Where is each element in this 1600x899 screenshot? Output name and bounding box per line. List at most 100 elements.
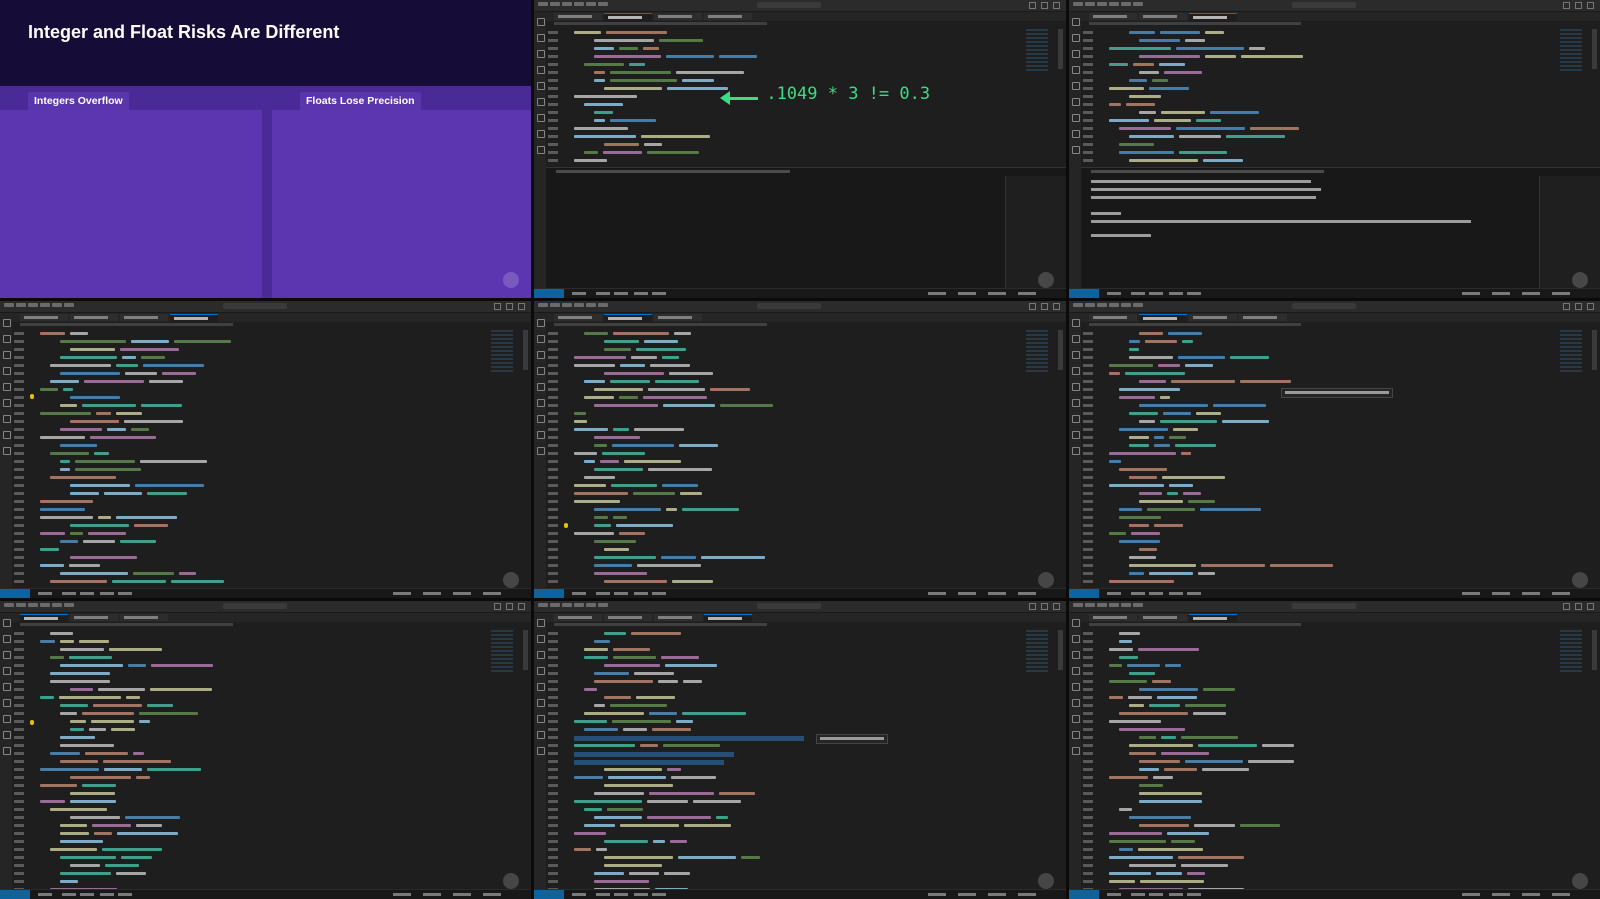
code-token xyxy=(60,459,70,463)
status-item xyxy=(927,892,946,896)
code-token xyxy=(1163,768,1197,772)
code-token xyxy=(584,475,616,479)
editor-tab xyxy=(704,13,753,20)
presenter-indicator-icon xyxy=(1571,271,1588,288)
status-item xyxy=(634,892,649,896)
line-number xyxy=(14,539,24,543)
window-control-icon xyxy=(1040,302,1048,310)
minimap xyxy=(1025,630,1048,675)
activity-icon xyxy=(537,50,546,58)
status-item xyxy=(62,592,76,596)
line-number xyxy=(548,63,559,66)
code-token xyxy=(1128,752,1156,756)
line-number xyxy=(1082,784,1093,788)
minimap xyxy=(1559,329,1582,374)
code-token xyxy=(584,824,616,828)
code-token xyxy=(634,672,675,676)
line-number xyxy=(1082,696,1093,700)
code-editor xyxy=(12,628,532,892)
code-token xyxy=(82,403,136,407)
line-number xyxy=(548,776,559,780)
code-token xyxy=(602,451,646,455)
line-number xyxy=(548,347,559,351)
line-number xyxy=(1082,816,1093,820)
code-token xyxy=(134,523,168,527)
command-search-box xyxy=(1291,603,1356,610)
code-token xyxy=(60,704,88,708)
code-token xyxy=(70,419,119,423)
code-token xyxy=(629,63,646,66)
line-number xyxy=(1082,872,1093,876)
status-item xyxy=(987,892,1006,896)
code-token xyxy=(584,379,606,383)
code-token xyxy=(1128,523,1149,527)
status-item xyxy=(957,592,976,596)
line-number xyxy=(1082,768,1093,772)
code-token xyxy=(655,379,700,383)
code-token xyxy=(1184,363,1213,367)
window-title-bar xyxy=(534,601,1066,614)
activity-icon xyxy=(1071,715,1080,724)
line-number xyxy=(548,379,559,383)
code-token xyxy=(594,55,662,58)
status-item xyxy=(987,592,1006,596)
activity-icon xyxy=(537,731,546,740)
status-item xyxy=(1017,892,1036,896)
editor-tab-label xyxy=(658,15,693,18)
activity-icon xyxy=(3,318,11,327)
line-number xyxy=(548,720,559,724)
code-token xyxy=(40,531,65,535)
line-number xyxy=(14,840,24,844)
terminal-output-line xyxy=(1090,211,1121,215)
code-token xyxy=(1139,880,1204,884)
ide-screenshot-tests-annotated: .1049 * 3 != 0.3 xyxy=(534,0,1066,298)
code-token xyxy=(1138,111,1156,114)
activity-bar xyxy=(1068,312,1081,590)
window-control-icon xyxy=(1052,603,1060,611)
line-number xyxy=(548,800,559,804)
line-number xyxy=(548,632,559,636)
code-token xyxy=(60,856,116,860)
code-token xyxy=(604,632,627,636)
menu-item xyxy=(40,603,50,608)
code-token xyxy=(1108,872,1151,876)
code-token xyxy=(574,355,627,359)
code-token xyxy=(613,515,628,519)
code-token xyxy=(94,832,112,836)
code-token xyxy=(616,523,674,527)
line-number xyxy=(548,103,559,106)
menu-item xyxy=(28,603,38,608)
code-token xyxy=(574,95,638,98)
code-token xyxy=(584,688,598,692)
activity-icon xyxy=(1071,619,1080,628)
line-number xyxy=(14,427,24,431)
code-token xyxy=(59,696,121,700)
code-token xyxy=(1138,71,1159,74)
code-token xyxy=(1125,103,1155,106)
status-item xyxy=(652,592,667,596)
menu-item xyxy=(1132,302,1143,307)
code-token xyxy=(1138,419,1155,423)
code-token xyxy=(139,720,150,724)
code-token xyxy=(1128,744,1193,748)
code-token xyxy=(1153,119,1191,122)
editor-tab xyxy=(1188,313,1237,321)
code-token xyxy=(89,728,106,732)
code-token xyxy=(666,507,678,511)
remote-indicator xyxy=(1068,589,1099,599)
scrollbar-thumb xyxy=(1591,29,1597,69)
menu-item xyxy=(1096,2,1107,6)
line-number xyxy=(14,363,24,367)
code-token xyxy=(40,768,99,772)
status-item xyxy=(80,892,94,896)
line-number xyxy=(548,808,559,812)
code-token xyxy=(574,451,598,455)
line-number xyxy=(1082,547,1093,551)
line-number xyxy=(14,672,24,676)
code-token xyxy=(603,151,643,154)
line-number xyxy=(14,371,24,375)
scrollbar-thumb xyxy=(1591,329,1597,370)
precision-annotation: .1049 * 3 != 0.3 xyxy=(766,84,931,104)
code-token xyxy=(141,355,165,359)
remote-indicator xyxy=(1068,889,1099,899)
